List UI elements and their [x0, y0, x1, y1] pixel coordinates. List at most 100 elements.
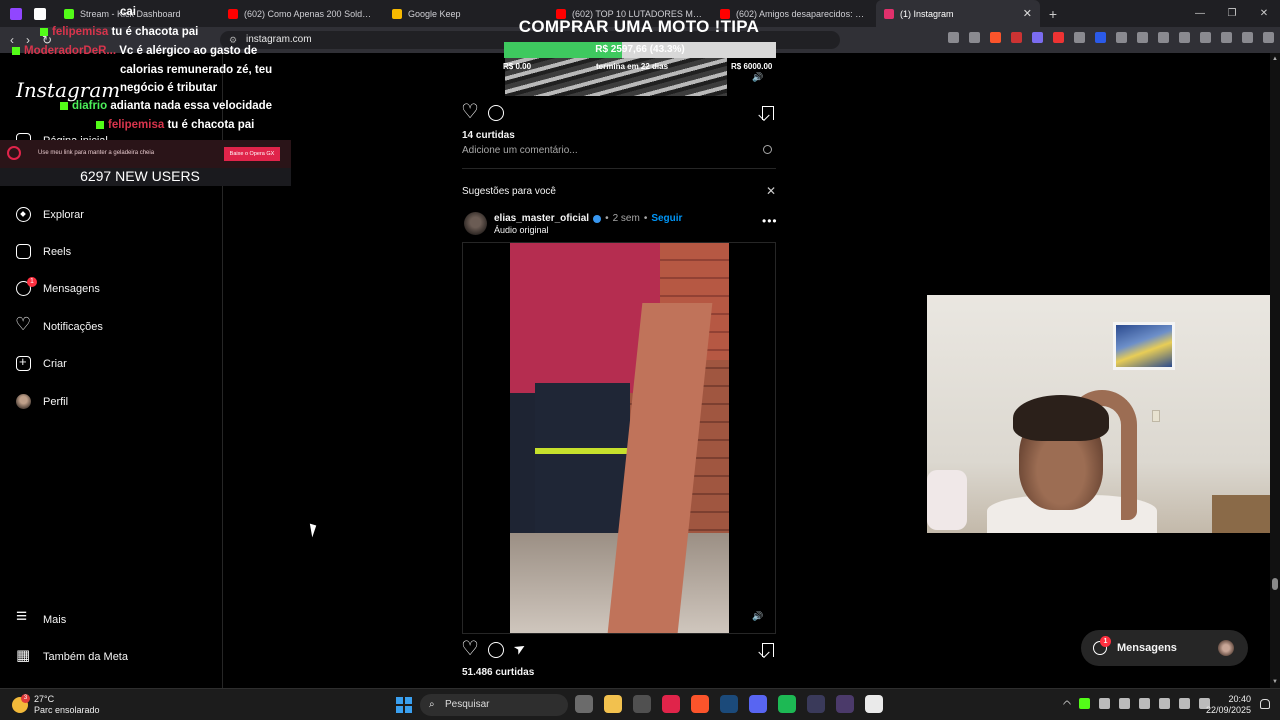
- scroll-down-icon[interactable]: ▼: [1272, 679, 1278, 685]
- extensions-puzzle-icon[interactable]: [1116, 32, 1127, 43]
- tray-app-icon[interactable]: [1119, 698, 1130, 709]
- brave-rewards-icon[interactable]: [1011, 32, 1022, 43]
- post-media[interactable]: [462, 242, 776, 634]
- brave-shield-icon[interactable]: [990, 32, 1001, 43]
- sidebar-icon[interactable]: [1179, 32, 1190, 43]
- post-likes[interactable]: 14 curtidas: [462, 130, 515, 141]
- comment-input[interactable]: Adicione um comentário...: [462, 145, 578, 156]
- cast-icon[interactable]: [948, 32, 959, 43]
- media-icon[interactable]: [1158, 32, 1169, 43]
- post-likes[interactable]: 51.486 curtidas: [462, 667, 534, 678]
- reel-video[interactable]: [510, 243, 729, 633]
- kick-badge-icon: [96, 120, 104, 129]
- sidebar-item-reels[interactable]: Reels: [16, 244, 71, 259]
- comment-icon[interactable]: [488, 105, 504, 121]
- post-audio[interactable]: Áudio original: [494, 225, 549, 235]
- goal-min: R$ 0.00: [503, 62, 532, 71]
- clock-date: 22/09/2025: [1205, 705, 1251, 715]
- restore-icon[interactable]: ❐: [1216, 0, 1248, 27]
- divider: [462, 168, 776, 169]
- steam-helper-icon[interactable]: [633, 695, 651, 713]
- like-heart-icon[interactable]: [461, 99, 479, 124]
- extension-icon[interactable]: [1095, 32, 1106, 43]
- wallet-icon[interactable]: [1200, 32, 1211, 43]
- close-suggestions-icon[interactable]: ✕: [766, 184, 776, 198]
- app-icon[interactable]: [836, 695, 854, 713]
- avatar: [1218, 640, 1234, 656]
- new-tab-button[interactable]: +: [1040, 6, 1066, 22]
- bookmark-icon[interactable]: [762, 643, 774, 657]
- clock-time: 20:40: [1228, 694, 1251, 704]
- sidebar-item-create[interactable]: Criar: [16, 354, 67, 371]
- post-author-avatar[interactable]: [464, 212, 487, 235]
- scrollbar-thumb[interactable]: [1272, 578, 1278, 590]
- file-explorer-icon[interactable]: [604, 695, 622, 713]
- follow-button[interactable]: Seguir: [651, 213, 682, 224]
- steam-icon[interactable]: [720, 695, 738, 713]
- like-heart-icon[interactable]: [461, 636, 479, 661]
- opera-gx-icon[interactable]: [662, 695, 680, 713]
- webcam-overlay: [927, 295, 1280, 533]
- share-icon[interactable]: [969, 32, 980, 43]
- task-view-icon[interactable]: [575, 695, 593, 713]
- volume-icon[interactable]: 🔊: [752, 72, 763, 83]
- close-tab-icon[interactable]: ✕: [1023, 7, 1032, 20]
- chat-message: cai: [120, 6, 136, 18]
- banner-button: Baixe o Opera GX: [224, 147, 280, 161]
- verified-badge-icon: [593, 214, 602, 223]
- chat-text: Vc é alérgico ao gasto de: [119, 45, 258, 57]
- app-icon[interactable]: [807, 695, 825, 713]
- post-time[interactable]: 2 sem: [613, 213, 640, 224]
- sidebar-item-also-from-meta[interactable]: Também da Meta: [16, 646, 128, 664]
- sidebar-item-notifications[interactable]: Notificações: [15, 314, 103, 335]
- sidebar-item-profile[interactable]: Perfil: [16, 394, 68, 409]
- bluetooth-icon[interactable]: [1139, 698, 1150, 709]
- discord-icon[interactable]: [749, 695, 767, 713]
- sidebar-item-messages[interactable]: 1 Mensagens: [16, 277, 100, 296]
- sidebar-item-label: Mensagens: [43, 282, 100, 295]
- taskbar-clock[interactable]: 20:40 22/09/2025: [1206, 694, 1251, 716]
- tray-overflow-icon[interactable]: [1062, 699, 1072, 709]
- goal-title: COMPRAR UMA MOTO !TIPA: [518, 17, 760, 36]
- weather-widget[interactable]: 3 27°C Parc ensolarado: [12, 694, 100, 716]
- comment-icon[interactable]: [488, 642, 504, 658]
- leo-ai-icon[interactable]: [1221, 32, 1232, 43]
- brave-browser-icon[interactable]: [691, 695, 709, 713]
- minimize-icon[interactable]: —: [1184, 0, 1216, 27]
- sidebar-item-more[interactable]: Mais: [16, 606, 66, 628]
- taskbar-search[interactable]: ⌕ Pesquisar: [420, 694, 568, 716]
- sidebar-item-explore[interactable]: Explorar: [16, 207, 84, 222]
- share-icon[interactable]: [514, 642, 530, 658]
- scroll-up-icon[interactable]: ▲: [1272, 56, 1278, 62]
- screenshot-icon[interactable]: [1137, 32, 1148, 43]
- meta-grid-icon: [16, 646, 31, 664]
- tray-app-icon[interactable]: [1099, 698, 1110, 709]
- close-window-icon[interactable]: ✕: [1248, 0, 1280, 27]
- network-icon[interactable]: [1179, 698, 1190, 709]
- windows-start-icon[interactable]: [396, 697, 412, 713]
- microphone-icon[interactable]: [1159, 698, 1170, 709]
- weather-text: 27°C Parc ensolarado: [34, 694, 100, 716]
- stream-chat-overlay: cai felipemisa tu é chacota pai Moderado…: [0, 0, 300, 140]
- play-icon[interactable]: [1079, 698, 1090, 709]
- emoji-icon[interactable]: [763, 145, 772, 154]
- extension-icon[interactable]: [1032, 32, 1043, 43]
- browser-toolbar: [948, 32, 1274, 43]
- tab-instagram[interactable]: (1) Instagram ✕: [876, 0, 1040, 27]
- post-username[interactable]: elias_master_oficial: [494, 213, 589, 224]
- page-scrollbar[interactable]: ▲ ▼: [1270, 53, 1280, 688]
- notification-bell-icon[interactable]: [1260, 699, 1270, 709]
- system-tray: [1062, 698, 1210, 709]
- chat-username: felipemisa: [52, 26, 109, 38]
- vpn-icon[interactable]: [1242, 32, 1253, 43]
- search-icon: ⌕: [429, 699, 435, 710]
- spotify-icon[interactable]: [778, 695, 796, 713]
- bookmark-icon[interactable]: [762, 106, 774, 120]
- sidebar-item-label: Criar: [43, 357, 67, 370]
- more-options-icon[interactable]: •••: [762, 214, 778, 228]
- extension-icon[interactable]: [1053, 32, 1064, 43]
- extension-icon[interactable]: [1074, 32, 1085, 43]
- file-icon[interactable]: [865, 695, 883, 713]
- volume-icon[interactable]: 🔊: [752, 611, 763, 622]
- menu-icon[interactable]: [1263, 32, 1274, 43]
